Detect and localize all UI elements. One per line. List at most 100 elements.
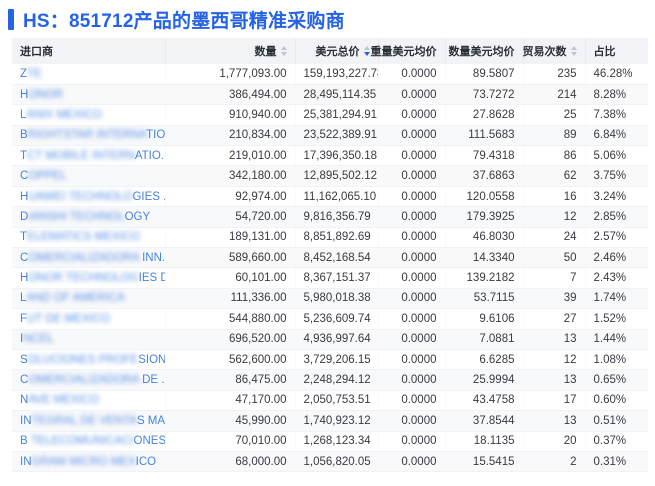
importer-link[interactable]: TCT MOBILE INTERNATIO... bbox=[20, 149, 164, 162]
column-label: 数量美元均价 bbox=[448, 46, 515, 58]
importer-link[interactable]: INCEL bbox=[20, 333, 54, 345]
table-row: TCT MOBILE INTERNATIO... 219,010.0017,39… bbox=[12, 145, 648, 167]
importer-redacted-text: RIGHTSTAR INTERNA bbox=[27, 129, 147, 142]
importer-redacted-text: AND OF AMERICA bbox=[26, 292, 125, 305]
importer-link[interactable]: COPPEL bbox=[20, 170, 67, 182]
importer-redacted-text: OLUCIONES PROFE bbox=[27, 353, 139, 366]
cell-share: 2.43% bbox=[585, 267, 648, 289]
table-row: HONOR 386,494.00 28,495,114.35 0.0000 73.72… bbox=[12, 84, 648, 106]
importer-visible-prefix: S bbox=[20, 353, 28, 366]
table-row: INTEGRAL DE VENTAS MA... 45,990.001,740,… bbox=[12, 410, 648, 432]
cell-trades: 2 bbox=[523, 451, 585, 473]
cell-importer: HONOR TECHNOLOGIES D... bbox=[12, 267, 165, 289]
column-header-qty[interactable]: 数量 bbox=[165, 38, 295, 64]
cell-qty_avg: 139.2182 bbox=[445, 267, 523, 289]
cell-share: 1.44% bbox=[585, 329, 648, 350]
importer-link[interactable]: HUAWEI TECHNOLOGIES ... bbox=[20, 190, 164, 203]
column-header-usd_total[interactable]: 美元总价 bbox=[295, 38, 378, 64]
column-header-weight_avg: 重量美元均价 bbox=[371, 38, 445, 64]
cell-share: 0.37% bbox=[585, 431, 648, 452]
cell-importer: INTEGRAL DE VENTAS MA... bbox=[12, 410, 165, 432]
cell-weight_avg: 0.0000 bbox=[378, 349, 445, 371]
cell-importer: NAVE MEXICO bbox=[12, 390, 165, 412]
importer-link[interactable]: NAVE MEXICO bbox=[20, 394, 99, 406]
sort-icon[interactable] bbox=[280, 46, 287, 56]
cell-share: 2.85% bbox=[585, 206, 648, 228]
importer-visible-suffix: SION... bbox=[138, 353, 164, 366]
importer-link[interactable]: LAND OF AMERICA bbox=[20, 292, 125, 304]
importer-link[interactable]: FUT DE MEXICO bbox=[20, 313, 110, 325]
cell-weight_avg: 0.0000 bbox=[378, 308, 445, 330]
cell-share: 7.38% bbox=[585, 104, 648, 126]
sort-ascending-caret-icon[interactable] bbox=[570, 46, 577, 50]
importer-redacted-text: OMERCIALIZADORA bbox=[28, 374, 143, 387]
importer-link[interactable]: DIANSHI TECHNOLOGY bbox=[20, 211, 150, 223]
sort-descending-caret-icon[interactable] bbox=[570, 52, 577, 56]
importer-visible-prefix: B bbox=[20, 435, 28, 448]
importer-visible-prefix: IN bbox=[20, 414, 32, 427]
sort-descending-caret-icon[interactable] bbox=[280, 52, 287, 56]
cell-qty_avg: 37.6863 bbox=[445, 165, 523, 187]
importer-link[interactable]: INGRAM MICRO MEXICO bbox=[20, 456, 156, 468]
importer-visible-suffix: ATIO... bbox=[134, 149, 164, 162]
importer-link[interactable]: LANIX MEXICO bbox=[20, 109, 102, 121]
table-row: TELEMATICS MEXICO 189,131.00 8,851,892.69… bbox=[12, 227, 648, 249]
cell-qty: 219,010.00 bbox=[165, 145, 295, 167]
cell-qty: 70,010.00 bbox=[165, 431, 295, 452]
table-header: 进口商 数量 美元总价 重量美元均价 数量美元均价 贸易次数 占比 bbox=[12, 38, 648, 64]
importer-visible-suffix: S MA... bbox=[136, 414, 165, 427]
importer-link[interactable]: B TELECOMUNICACIONES... bbox=[20, 435, 164, 448]
importer-link[interactable]: ZTE bbox=[20, 68, 42, 80]
importer-redacted-text: OPPEL bbox=[28, 170, 67, 183]
cell-trades: 7 bbox=[523, 267, 585, 289]
importer-visible-prefix: B bbox=[20, 129, 28, 142]
importer-visible-suffix: DE ... bbox=[142, 374, 165, 387]
cell-weight_avg: 0.0000 bbox=[378, 410, 445, 432]
importer-link[interactable]: TELEMATICS MEXICO bbox=[20, 231, 140, 243]
sort-icon[interactable] bbox=[570, 46, 577, 56]
cell-usd_total: 28,495,114.35 bbox=[295, 84, 378, 106]
cell-weight_avg: 0.0000 bbox=[378, 288, 445, 310]
importer-link[interactable]: INTEGRAL DE VENTAS MA... bbox=[20, 414, 165, 427]
cell-importer: ZTE bbox=[12, 64, 165, 85]
sort-icon[interactable] bbox=[363, 46, 370, 56]
cell-trades: 13 bbox=[523, 410, 585, 432]
table-row: HONOR TECHNOLOGIES D... 60,101.008,367,1… bbox=[12, 267, 648, 289]
cell-trades: 235 bbox=[523, 64, 585, 85]
importer-link[interactable]: SOLUCIONES PROFESION... bbox=[20, 353, 164, 366]
cell-share: 2.57% bbox=[585, 227, 648, 249]
cell-qty: 544,880.00 bbox=[165, 308, 295, 330]
importer-link[interactable]: COMERCIALIZADORA DE ... bbox=[20, 374, 165, 387]
importer-visible-prefix: T bbox=[20, 149, 28, 162]
sort-ascending-caret-icon[interactable] bbox=[280, 46, 287, 50]
importer-visible-suffix: TIONAL bbox=[146, 129, 165, 142]
cell-usd_total: 23,522,389.91 bbox=[295, 125, 378, 147]
page-header: HS：851712产品的墨西哥精准采购商 bbox=[0, 0, 655, 38]
cell-share: 1.52% bbox=[585, 308, 648, 330]
cell-usd_total: 2,050,753.51 bbox=[295, 390, 378, 412]
importer-link[interactable]: COMERCIALIZADORA INN... bbox=[20, 252, 164, 264]
cell-trades: 12 bbox=[523, 349, 585, 371]
column-label: 进口商 bbox=[20, 46, 53, 58]
cell-qty: 696,520.00 bbox=[165, 329, 295, 350]
cell-trades: 86 bbox=[523, 145, 585, 167]
importer-visible-prefix: F bbox=[20, 312, 28, 325]
importer-link[interactable]: BRIGHTSTAR INTERNATIONAL bbox=[20, 129, 165, 142]
table-row: COMERCIALIZADORA INN... 589,660.008,452,… bbox=[12, 247, 648, 269]
cell-share: 8.28% bbox=[585, 84, 648, 106]
cell-importer: COPPEL bbox=[12, 165, 165, 187]
cell-weight_avg: 0.0000 bbox=[378, 125, 445, 147]
column-header-trades[interactable]: 贸易次数 bbox=[523, 38, 585, 64]
cell-share: 5.06% bbox=[585, 145, 648, 167]
sort-descending-caret-icon[interactable] bbox=[363, 52, 370, 56]
importer-link[interactable]: HONOR TECHNOLOGIES D... bbox=[20, 272, 164, 284]
importer-link[interactable]: HONOR bbox=[20, 89, 63, 101]
cell-usd_total: 8,452,168.54 bbox=[295, 247, 378, 269]
importer-redacted-text: UAWEI TECHNOLO bbox=[28, 190, 133, 203]
sort-ascending-caret-icon[interactable] bbox=[363, 46, 370, 50]
cell-usd_total: 2,248,294.12 bbox=[295, 369, 378, 391]
cell-qty_avg: 27.8628 bbox=[445, 104, 523, 126]
table-row: DIANSHI TECHNOLOGY 54,720.00 9,816,356.79… bbox=[12, 206, 648, 228]
cell-trades: 12 bbox=[523, 206, 585, 228]
column-label: 贸易次数 bbox=[522, 46, 567, 58]
